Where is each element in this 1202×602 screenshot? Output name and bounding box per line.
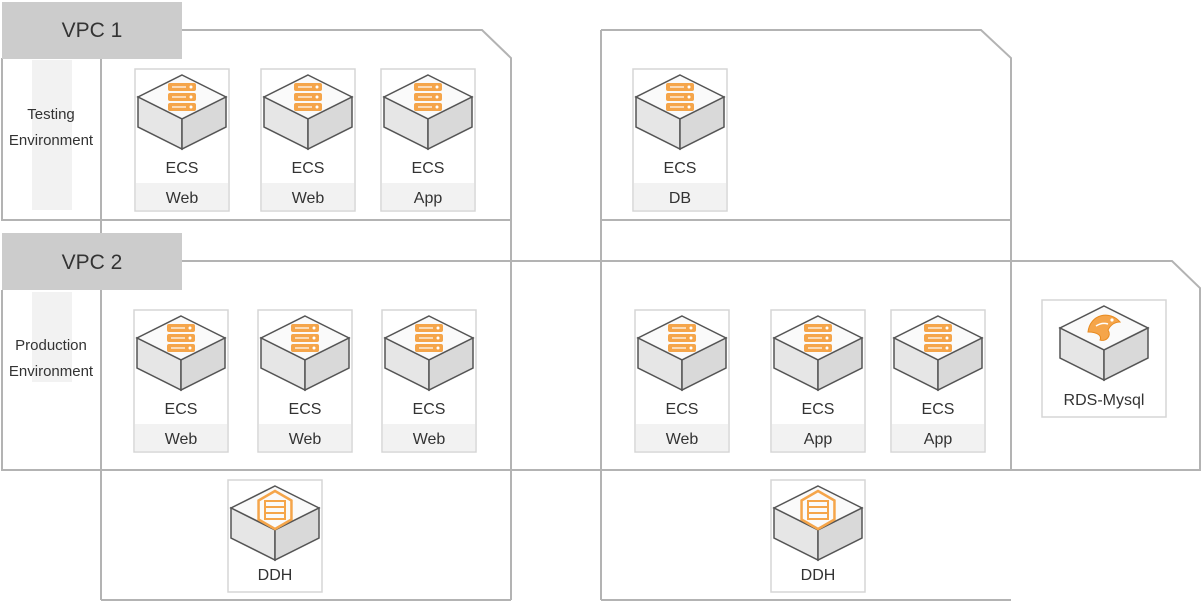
production-env-label-line1: Production [15, 337, 87, 354]
node-role-label: Web [166, 190, 199, 207]
node-role-label: DB [669, 190, 691, 207]
node-rds[interactable]: RDS-Mysql [1041, 299, 1167, 418]
node-role-label: Web [413, 431, 446, 448]
ecs-server-icon [291, 324, 319, 352]
node-type-label: ECS [412, 160, 445, 177]
node-type-label: ECS [413, 401, 446, 418]
node-role-label: App [414, 190, 443, 207]
vpc-1-label: VPC 1 [62, 19, 123, 42]
node-ddh-2[interactable]: DDH [770, 479, 866, 593]
node-p-app-1[interactable]: ECS App [770, 309, 866, 453]
node-role-label: App [924, 431, 953, 448]
node-p-web-2[interactable]: ECS Web [257, 309, 353, 453]
vpc-1-header: VPC 1 [2, 2, 182, 59]
node-t-app-1[interactable]: ECS App [380, 68, 476, 212]
node-role-label: Web [165, 431, 198, 448]
node-t-web-1[interactable]: ECS Web [134, 68, 230, 212]
node-ddh-1[interactable]: DDH [227, 479, 323, 593]
testing-env-label-line2: Environment [9, 132, 94, 149]
node-p-app-2[interactable]: ECS App [890, 309, 986, 453]
production-env-label-line2: Environment [9, 363, 94, 380]
node-type-label: ECS [292, 160, 325, 177]
vpc-2-label: VPC 2 [62, 251, 123, 274]
node-role-label: Web [289, 431, 322, 448]
node-role-label: Web [292, 190, 325, 207]
node-t-db-1[interactable]: ECS DB [632, 68, 728, 212]
ecs-server-icon [924, 324, 952, 352]
architecture-diagram: VPC 1 VPC 2 Testing Environment Producti… [1, 2, 1201, 601]
node-type-label: ECS [165, 401, 198, 418]
node-type-label: DDH [801, 567, 836, 584]
node-t-web-2[interactable]: ECS Web [260, 68, 356, 212]
node-type-label: ECS [802, 401, 835, 418]
node-type-label: ECS [666, 401, 699, 418]
ecs-server-icon [167, 324, 195, 352]
node-type-label: ECS [664, 160, 697, 177]
node-role-label: App [804, 431, 833, 448]
ecs-server-icon [666, 83, 694, 111]
node-type-label: ECS [922, 401, 955, 418]
ecs-server-icon [294, 83, 322, 111]
node-type-label: DDH [258, 567, 293, 584]
node-type-label: ECS [289, 401, 322, 418]
node-p-web-1[interactable]: ECS Web [133, 309, 229, 453]
node-p-web-3[interactable]: ECS Web [381, 309, 477, 453]
ecs-server-icon [168, 83, 196, 111]
ecs-server-icon [414, 83, 442, 111]
node-role-label: Web [666, 431, 699, 448]
ecs-server-icon [668, 324, 696, 352]
node-type-label: ECS [166, 160, 199, 177]
testing-env-label-line1: Testing [27, 106, 75, 123]
node-type-label: RDS-Mysql [1064, 392, 1145, 409]
ecs-server-icon [415, 324, 443, 352]
ecs-server-icon [804, 324, 832, 352]
node-p-web-4[interactable]: ECS Web [634, 309, 730, 453]
vpc-2-header: VPC 2 [2, 233, 182, 290]
